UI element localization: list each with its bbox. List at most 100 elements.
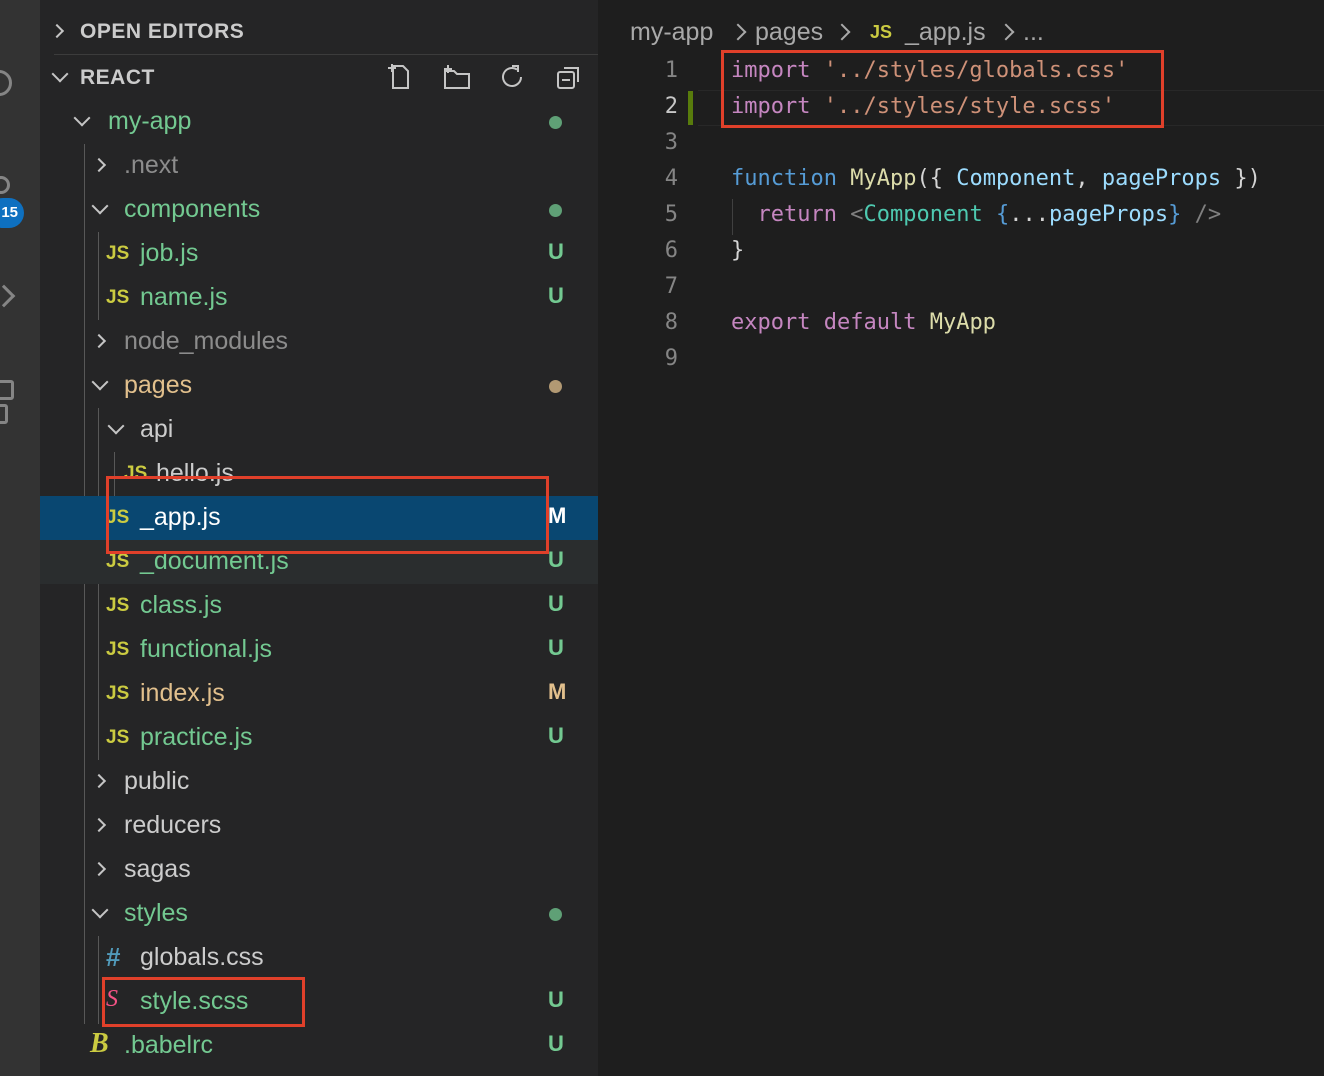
chevron-right-icon — [729, 23, 747, 41]
function-name: MyApp — [850, 166, 917, 191]
tree-item-label: public — [124, 767, 190, 795]
chevron-down-icon[interactable] — [91, 901, 109, 919]
tree-file-row[interactable]: JS job.js U — [40, 232, 598, 276]
collapse-all-icon[interactable] — [554, 62, 584, 92]
sass-file-icon: S — [106, 986, 118, 1012]
line-number: 4 — [664, 166, 678, 191]
tree-folder-row[interactable]: pages — [40, 364, 598, 408]
code-line-2[interactable]: import '../styles/style.scss' — [731, 94, 1115, 119]
open-editors-title: OPEN EDITORS — [80, 20, 245, 43]
section-divider — [54, 54, 598, 55]
tree-folder-row[interactable]: node_modules — [40, 320, 598, 364]
jsx-bracket: /> — [1194, 202, 1222, 227]
js-file-icon: JS — [106, 727, 130, 748]
chevron-right-icon[interactable] — [91, 157, 107, 173]
js-file-icon: JS — [124, 463, 148, 484]
tree-file-row[interactable]: JS index.js M — [40, 672, 598, 716]
chevron-right-icon — [49, 23, 65, 39]
code-line-8[interactable]: export default MyApp — [731, 310, 996, 335]
punctuation: , — [1075, 166, 1089, 191]
search-icon[interactable] — [0, 70, 12, 96]
tree-item-label: api — [140, 415, 174, 443]
git-status-badge: M — [548, 679, 567, 704]
git-status-badge: U — [548, 723, 564, 748]
chevron-down-icon[interactable] — [107, 417, 125, 435]
tree-item-label: reducers — [124, 811, 222, 839]
tree-file-row[interactable]: # globals.css — [40, 936, 598, 980]
breadcrumb-folder[interactable]: my-app — [630, 18, 713, 47]
source-control-icon[interactable] — [0, 176, 10, 194]
tree-folder-row[interactable]: public — [40, 760, 598, 804]
refresh-icon[interactable] — [498, 62, 528, 92]
chevron-down-icon[interactable] — [91, 373, 109, 391]
string-literal: '../styles/style.scss' — [823, 94, 1116, 119]
line-number: 2 — [664, 94, 678, 119]
tree-file-row[interactable]: JS class.js U — [40, 584, 598, 628]
chevron-right-icon — [997, 23, 1015, 41]
chevron-down-icon[interactable] — [73, 109, 91, 127]
tree-file-row[interactable]: B .babelrc U — [40, 1024, 598, 1068]
workspace-title: REACT — [80, 66, 155, 89]
tree-folder-row[interactable]: components — [40, 188, 598, 232]
js-file-icon: JS — [106, 287, 130, 308]
tree-folder-row[interactable]: .next — [40, 144, 598, 188]
chevron-right-icon[interactable] — [91, 333, 107, 349]
tree-item-label: practice.js — [140, 723, 253, 751]
chevron-down-icon[interactable] — [91, 197, 109, 215]
tree-item-label: .babelrc — [124, 1031, 213, 1059]
tree-file-row[interactable]: JS practice.js U — [40, 716, 598, 760]
line-number: 9 — [664, 346, 678, 371]
tree-file-row[interactable]: Sstyle.scss U — [40, 980, 598, 1024]
extensions-icon-part — [0, 404, 8, 424]
line-number: 6 — [664, 238, 678, 263]
open-editors-header[interactable]: OPEN EDITORS — [40, 12, 598, 52]
tree-folder-row[interactable]: reducers — [40, 804, 598, 848]
git-status-badge: U — [548, 239, 564, 264]
chevron-right-icon[interactable] — [91, 817, 107, 833]
line-number: 3 — [664, 130, 678, 155]
run-debug-icon[interactable] — [0, 284, 16, 308]
tree-folder-row[interactable]: styles — [40, 892, 598, 936]
jsx-brace: { — [995, 202, 1010, 227]
babel-file-icon: B — [90, 1028, 109, 1059]
tree-file-row[interactable]: JS hello.js — [40, 452, 598, 496]
breadcrumb-file[interactable]: _app.js — [905, 18, 986, 47]
extensions-icon[interactable] — [0, 380, 14, 400]
code-line-6[interactable]: } — [731, 238, 744, 263]
js-file-icon: JS — [106, 243, 130, 264]
line-number: 7 — [664, 274, 678, 299]
punctuation: }) — [1234, 166, 1261, 191]
tree-item-label: hello.js — [156, 459, 234, 487]
new-folder-icon[interactable] — [442, 62, 472, 92]
git-status-dot — [549, 204, 562, 217]
css-file-icon: # — [106, 942, 121, 972]
new-file-icon[interactable] — [385, 62, 415, 92]
tree-item-label: node_modules — [124, 327, 289, 355]
tree-item-label: _app.js — [140, 503, 221, 531]
git-status-badge: U — [548, 283, 564, 308]
tree-folder-row[interactable]: sagas — [40, 848, 598, 892]
parameter: Component — [956, 166, 1076, 191]
chevron-right-icon[interactable] — [91, 773, 107, 789]
tree-file-row[interactable]: JS functional.js U — [40, 628, 598, 672]
git-status-dot — [549, 116, 562, 129]
tree-file-row[interactable]: JS _document.js U — [40, 540, 598, 584]
code-line-1[interactable]: import '../styles/globals.css' — [731, 58, 1128, 83]
variable: pageProps — [1048, 202, 1169, 227]
code-line-4[interactable]: function MyApp({ Component, pageProps }) — [731, 166, 1261, 191]
tree-item-label: index.js — [140, 679, 225, 707]
tree-folder-row[interactable]: api — [40, 408, 598, 452]
tree-item-label: styles — [124, 899, 188, 927]
explorer-sidebar: OPEN EDITORS REACT my-app .next components… — [40, 0, 598, 1076]
tree-file-row[interactable]: JS name.js U — [40, 276, 598, 320]
tree-file-row[interactable]: JS _app.js M — [40, 496, 598, 540]
line-number: 5 — [664, 202, 678, 227]
punctuation: } — [731, 238, 745, 263]
tree-item-label: _document.js — [140, 547, 289, 575]
tree-folder-row[interactable]: my-app — [40, 100, 598, 144]
git-status-badge: U — [548, 1031, 564, 1056]
chevron-right-icon[interactable] — [91, 861, 107, 877]
breadcrumb-symbol[interactable]: ... — [1023, 18, 1044, 47]
code-line-5[interactable]: return <Component {...pageProps} /> — [731, 202, 1222, 227]
breadcrumb-folder[interactable]: pages — [755, 18, 823, 47]
